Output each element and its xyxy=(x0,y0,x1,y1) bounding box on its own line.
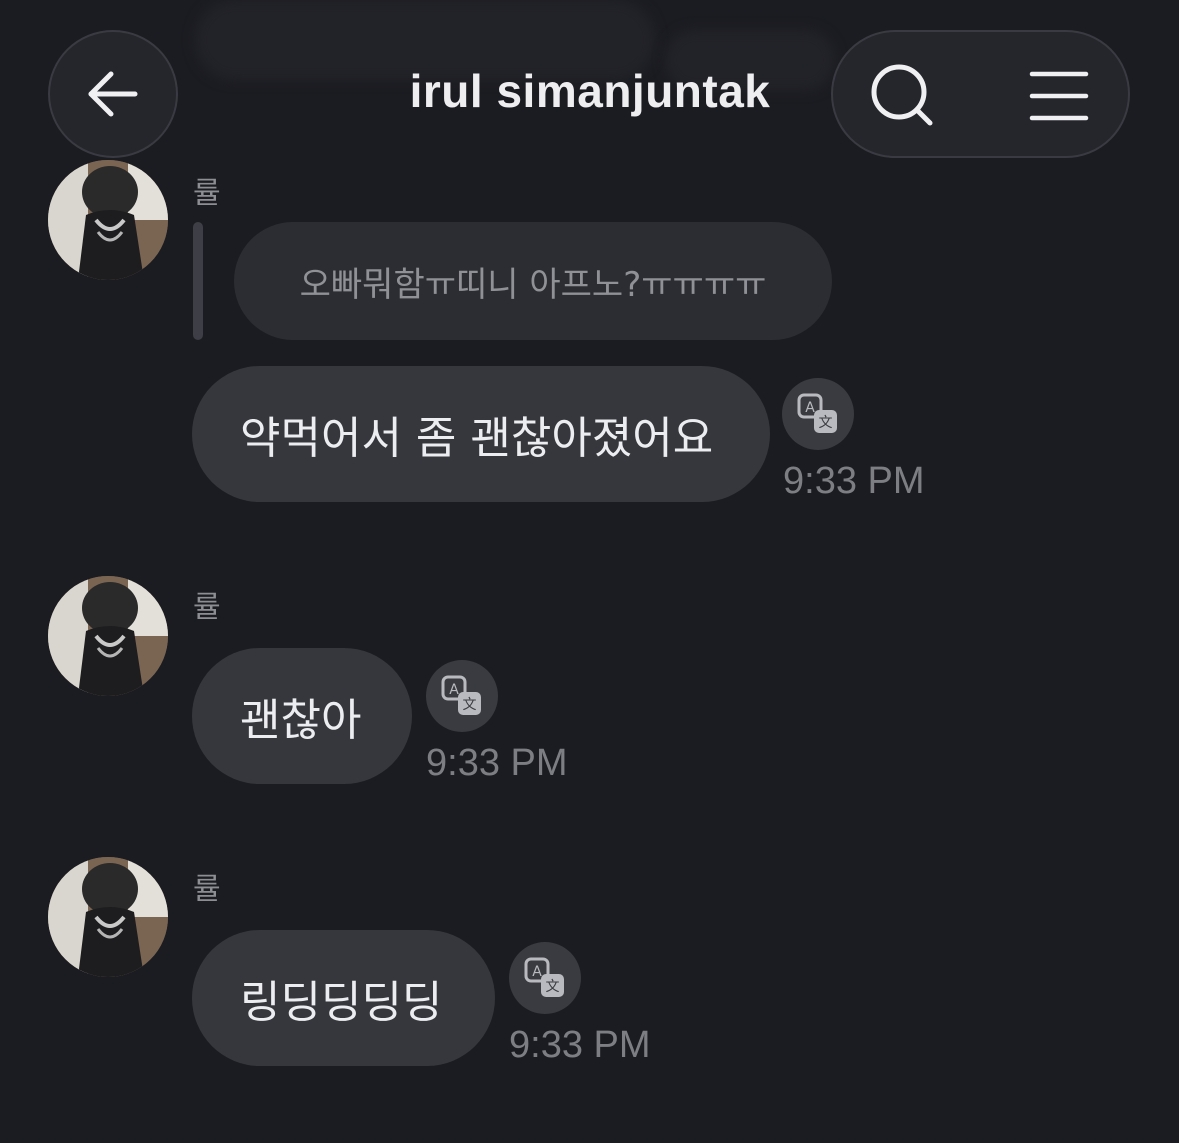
avatar[interactable] xyxy=(48,160,168,280)
menu-button[interactable] xyxy=(1019,56,1099,136)
message-bubble[interactable]: 약먹어서 좀 괜찮아졌어요 xyxy=(192,366,770,502)
svg-text:文: 文 xyxy=(546,979,560,995)
translate-icon: A 文 xyxy=(524,957,564,997)
arrow-left-icon xyxy=(88,71,138,117)
avatar[interactable] xyxy=(48,576,168,696)
avatar-image xyxy=(48,576,168,696)
menu-icon xyxy=(1029,71,1089,121)
avatar-image xyxy=(48,160,168,280)
translate-button[interactable]: A 文 xyxy=(782,378,854,450)
sender-name: 률 xyxy=(193,176,221,211)
search-icon xyxy=(871,64,933,126)
message-time: 9:33 PM xyxy=(783,460,925,502)
header-actions xyxy=(831,30,1130,158)
translate-button[interactable]: A 文 xyxy=(509,942,581,1014)
svg-text:文: 文 xyxy=(819,415,833,431)
translate-button[interactable]: A 文 xyxy=(426,660,498,732)
svg-text:A: A xyxy=(449,682,459,698)
message-time: 9:33 PM xyxy=(509,1024,651,1066)
translate-icon: A 文 xyxy=(797,393,837,433)
quoted-reply[interactable]: 오빠뭐함ㅠ띠니 아프노?ㅠㅠㅠㅠ xyxy=(234,222,832,340)
message-bubble[interactable]: 괜찮아 xyxy=(192,648,412,784)
translate-icon: A 文 xyxy=(441,675,481,715)
chat-title: irul simanjuntak xyxy=(409,65,771,117)
reply-indicator xyxy=(193,222,203,340)
chat-header: irul simanjuntak xyxy=(0,0,1179,160)
sender-name: 률 xyxy=(193,590,221,625)
search-button[interactable] xyxy=(863,56,943,136)
avatar[interactable] xyxy=(48,857,168,977)
back-button[interactable] xyxy=(48,30,178,158)
svg-text:A: A xyxy=(532,964,542,980)
avatar-image xyxy=(48,857,168,977)
message-bubble[interactable]: 링딩딩딩딩 xyxy=(192,930,495,1066)
sender-name: 률 xyxy=(193,872,221,907)
svg-text:文: 文 xyxy=(463,697,477,713)
svg-text:A: A xyxy=(805,400,815,416)
message-time: 9:33 PM xyxy=(426,742,568,784)
